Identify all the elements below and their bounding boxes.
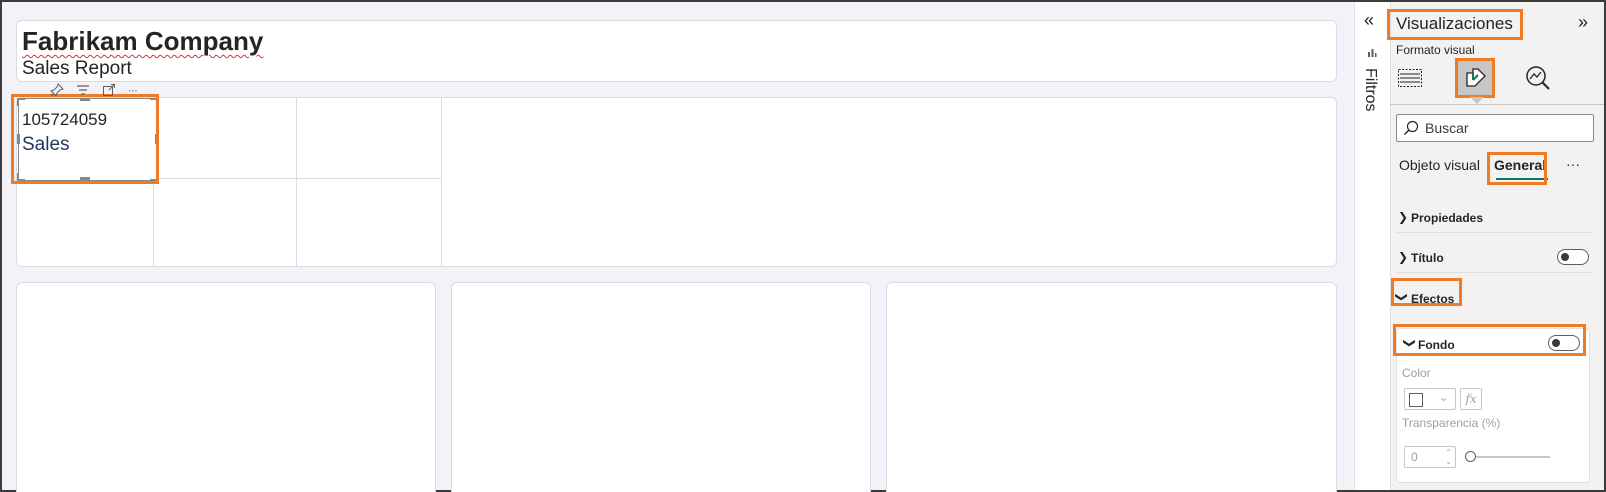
pane-subtitle: Formato visual bbox=[1396, 43, 1475, 57]
cards-container bbox=[16, 97, 1337, 267]
analytics-icon[interactable] bbox=[1524, 65, 1552, 96]
card-divider bbox=[296, 97, 297, 267]
titulo-toggle[interactable] bbox=[1557, 249, 1589, 265]
more-options-icon[interactable]: ··· bbox=[128, 83, 138, 97]
filter-icon[interactable] bbox=[76, 83, 90, 97]
card-divider bbox=[441, 97, 442, 267]
pin-icon[interactable] bbox=[50, 83, 64, 97]
transparency-input[interactable]: 0 ⌃ ⌄ bbox=[1404, 446, 1456, 468]
spin-up-icon[interactable]: ⌃ bbox=[1445, 449, 1452, 457]
color-swatch bbox=[1409, 393, 1423, 407]
chevron-right-icon[interactable]: ❯ bbox=[1398, 210, 1408, 224]
visual-placeholder-right[interactable] bbox=[886, 282, 1337, 492]
active-tab-pointer bbox=[1470, 97, 1484, 104]
visual-header-toolbar: ··· bbox=[50, 82, 138, 98]
spin-down-icon[interactable]: ⌄ bbox=[1445, 458, 1452, 466]
tab-objeto-visual[interactable]: Objeto visual bbox=[1399, 157, 1480, 173]
fx-button[interactable]: fx bbox=[1460, 388, 1482, 410]
pane-divider bbox=[1390, 104, 1604, 105]
filter-bars-icon bbox=[1367, 44, 1377, 62]
transparency-label: Transparencia (%) bbox=[1402, 416, 1501, 430]
section-propiedades[interactable]: Propiedades bbox=[1411, 211, 1483, 225]
section-divider bbox=[1396, 272, 1592, 273]
focus-mode-icon[interactable] bbox=[102, 83, 116, 97]
collapse-filters-icon[interactable]: « bbox=[1364, 10, 1374, 31]
card-divider bbox=[153, 178, 441, 179]
visual-placeholder-left[interactable] bbox=[16, 282, 436, 492]
highlight-format-icon bbox=[1455, 58, 1495, 98]
highlight-efectos bbox=[1391, 278, 1462, 306]
toggle-knob bbox=[1561, 253, 1569, 261]
expand-pane-icon[interactable]: » bbox=[1578, 12, 1588, 33]
slider-thumb[interactable] bbox=[1465, 451, 1476, 462]
search-placeholder: Buscar bbox=[1425, 120, 1469, 136]
highlight-general-tab bbox=[1487, 152, 1547, 185]
highlight-fondo bbox=[1393, 324, 1586, 356]
highlight-card bbox=[11, 94, 159, 184]
chevron-right-icon[interactable]: ❯ bbox=[1398, 250, 1408, 264]
color-picker[interactable]: ⌄ bbox=[1404, 388, 1456, 410]
section-titulo[interactable]: Título bbox=[1411, 251, 1444, 265]
transparency-value: 0 bbox=[1411, 450, 1418, 464]
more-options-icon[interactable]: ··· bbox=[1566, 156, 1580, 172]
transparency-slider[interactable] bbox=[1472, 456, 1550, 458]
search-icon bbox=[1403, 120, 1419, 141]
highlight-pane-title bbox=[1387, 9, 1523, 40]
chevron-down-icon: ⌄ bbox=[1439, 392, 1449, 404]
build-visual-icon[interactable] bbox=[1397, 66, 1423, 95]
report-subtitle: Sales Report bbox=[22, 58, 132, 79]
color-label: Color bbox=[1402, 366, 1431, 380]
visual-placeholder-center[interactable] bbox=[451, 282, 871, 492]
section-divider bbox=[1396, 232, 1592, 233]
report-title: Fabrikam Company bbox=[22, 26, 264, 56]
filters-label[interactable]: Filtros bbox=[1361, 68, 1379, 112]
